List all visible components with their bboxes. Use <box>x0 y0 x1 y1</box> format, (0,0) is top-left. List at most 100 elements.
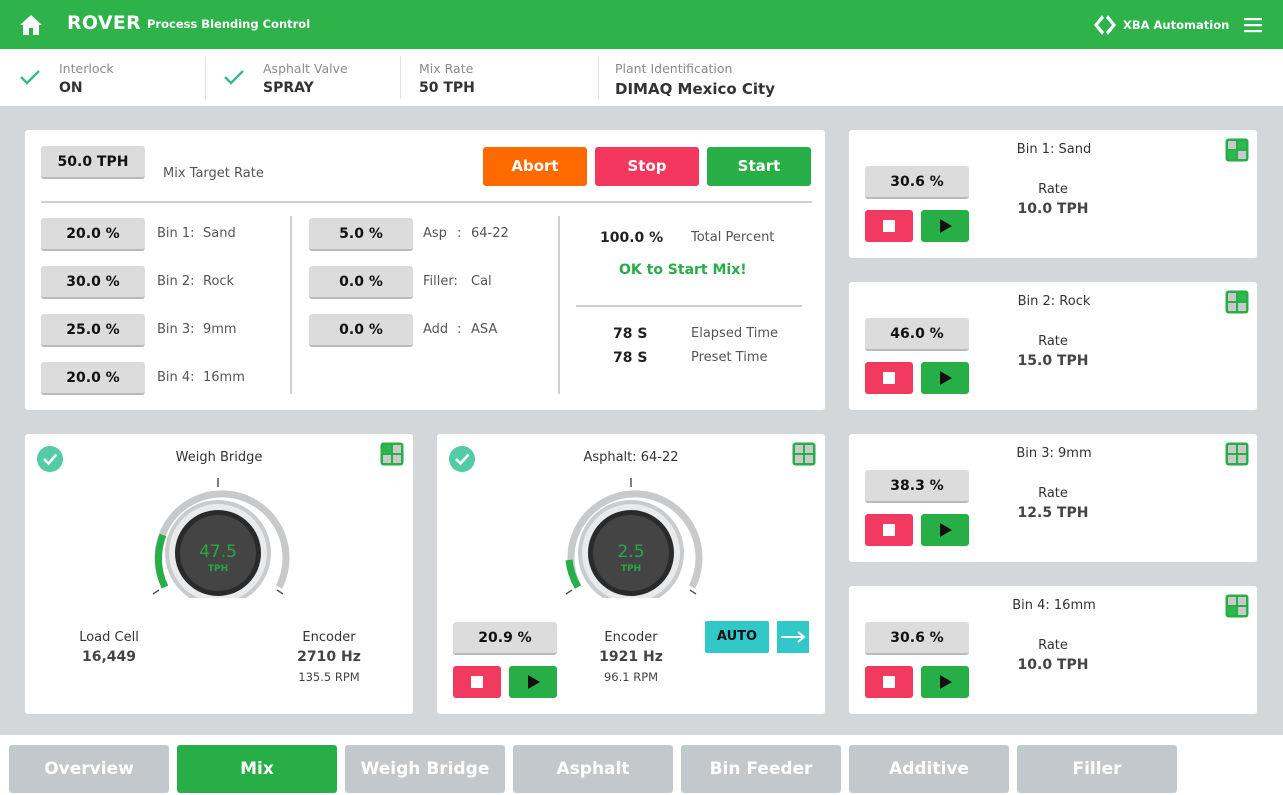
bin-play-button[interactable] <box>921 210 969 242</box>
interlock-check-icon <box>20 70 40 85</box>
grid-icon[interactable] <box>1225 290 1249 314</box>
mix-rate-label: Mix Rate <box>419 61 474 76</box>
plant-identification-status: Plant Identification DIMAQ Mexico City <box>615 49 875 106</box>
bin4-name: 16mm <box>203 370 245 385</box>
rate-label: Rate <box>1038 334 1068 349</box>
play-icon <box>940 675 952 689</box>
rate-label: Rate <box>1038 182 1068 197</box>
status-bar: Interlock ON Asphalt Valve SPRAY Mix Rat… <box>0 49 1283 106</box>
asphalt-separator: : <box>457 226 462 241</box>
preset-time-label: Preset Time <box>691 350 768 365</box>
start-button[interactable]: Start <box>707 147 811 186</box>
bin-percent-input[interactable]: 38.3 % <box>865 470 969 503</box>
plant-identification-value: DIMAQ Mexico City <box>615 80 775 98</box>
asphalt-dial <box>565 478 703 598</box>
asphalt-percent-input[interactable]: 20.9 % <box>453 622 557 655</box>
asphalt-valve-status: Asphalt Valve SPRAY <box>263 49 403 106</box>
additive-label: Add <box>423 322 449 337</box>
mix-panel: 50.0 TPH Mix Target Rate Abort Stop Star… <box>25 130 825 410</box>
tab-bin-feeder[interactable]: Bin Feeder <box>681 745 841 793</box>
rate-value: 10.0 TPH <box>1017 657 1089 673</box>
tab-mix[interactable]: Mix <box>177 745 337 793</box>
additive-separator: : <box>457 322 462 337</box>
bin-stop-button[interactable] <box>865 514 913 546</box>
bin-play-button[interactable] <box>921 666 969 698</box>
bin-play-button[interactable] <box>921 362 969 394</box>
encoder-label: Encoder <box>604 630 658 645</box>
bin3-name: 9mm <box>203 322 237 337</box>
additive-name: ASA <box>471 322 498 337</box>
tab-overview[interactable]: Overview <box>9 745 169 793</box>
encoder-rpm-value: 96.1 RPM <box>603 670 659 684</box>
bin1-card: Bin 1: Sand 30.6 % Rate 10.0 TPH <box>849 130 1257 258</box>
main-area: 50.0 TPH Mix Target Rate Abort Stop Star… <box>0 106 1283 735</box>
plant-identification-label: Plant Identification <box>615 61 733 76</box>
interlock-status: Interlock ON <box>59 49 199 106</box>
bin1-name: Sand <box>203 226 236 241</box>
grid-icon[interactable] <box>792 442 816 466</box>
top-bar: ROVER Process Blending Control XBA Autom… <box>0 0 1283 49</box>
bin4-label: Bin 4: <box>157 370 195 385</box>
bin-stop-button[interactable] <box>865 362 913 394</box>
asphalt-title: Asphalt: 64-22 <box>583 450 679 465</box>
tab-additive[interactable]: Additive <box>849 745 1009 793</box>
asphalt-play-button[interactable] <box>509 666 557 698</box>
tab-asphalt[interactable]: Asphalt <box>513 745 673 793</box>
tab-filler[interactable]: Filler <box>1017 745 1177 793</box>
asphalt-valve-label: Asphalt Valve <box>263 61 348 76</box>
grid-icon[interactable] <box>1225 138 1249 162</box>
bin3-card: Bin 3: 9mm 38.3 % Rate 12.5 TPH <box>849 434 1257 562</box>
bin2-percent-input[interactable]: 30.0 % <box>41 266 145 299</box>
tab-weigh-bridge[interactable]: Weigh Bridge <box>345 745 505 793</box>
bin4-percent-input[interactable]: 20.0 % <box>41 362 145 395</box>
stop-icon <box>883 220 895 232</box>
abort-button[interactable]: Abort <box>483 147 587 186</box>
play-icon <box>940 523 952 537</box>
asphalt-stop-button[interactable] <box>453 666 501 698</box>
arrow-right-icon[interactable] <box>777 621 809 653</box>
additive-percent-input[interactable]: 0.0 % <box>309 314 413 347</box>
divider <box>576 305 802 307</box>
mix-target-rate-input[interactable]: 50.0 TPH <box>41 146 145 179</box>
bin-percent-input[interactable]: 30.6 % <box>865 166 969 199</box>
elapsed-time-value: 78 S <box>613 326 648 342</box>
bin4-card: Bin 4: 16mm 30.6 % Rate 10.0 TPH <box>849 586 1257 714</box>
hamburger-menu-icon[interactable] <box>1242 15 1264 35</box>
grid-icon[interactable] <box>1225 594 1249 618</box>
encoder-label: Encoder <box>302 630 356 645</box>
divider <box>290 216 292 394</box>
total-percent-value: 100.0 % <box>600 230 664 246</box>
bin3-percent-input[interactable]: 25.0 % <box>41 314 145 347</box>
bin1-percent-input[interactable]: 20.0 % <box>41 218 145 251</box>
bin-stop-button[interactable] <box>865 210 913 242</box>
rate-value: 12.5 TPH <box>1017 505 1089 521</box>
mix-rate-value: 50 TPH <box>419 80 475 96</box>
auto-mode-button[interactable]: AUTO <box>705 621 769 653</box>
grid-icon[interactable] <box>380 442 404 466</box>
asphalt-percent-input[interactable]: 5.0 % <box>309 218 413 251</box>
bin-play-button[interactable] <box>921 514 969 546</box>
home-icon[interactable] <box>18 13 44 37</box>
brand: XBA Automation <box>1093 13 1229 37</box>
stop-icon <box>883 524 895 536</box>
grid-icon[interactable] <box>1225 442 1249 466</box>
bin-percent-input[interactable]: 30.6 % <box>865 622 969 655</box>
rate-label: Rate <box>1038 486 1068 501</box>
load-cell-value: 16,449 <box>81 649 137 665</box>
rate-label: Rate <box>1038 638 1068 653</box>
weigh-bridge-dial-unit: TPH <box>207 564 229 574</box>
asphalt-valve-value: SPRAY <box>263 80 314 96</box>
bin-percent-input[interactable]: 46.0 % <box>865 318 969 351</box>
elapsed-time-label: Elapsed Time <box>691 326 779 341</box>
divider <box>558 216 560 394</box>
bin-stop-button[interactable] <box>865 666 913 698</box>
stop-button[interactable]: Stop <box>595 147 699 186</box>
preset-time-value: 78 S <box>613 350 648 366</box>
interlock-value: ON <box>59 80 83 96</box>
play-icon <box>528 675 540 689</box>
app-title: ROVER <box>67 12 142 34</box>
bin-card-title: Bin 2: Rock <box>1017 294 1091 309</box>
filler-percent-input[interactable]: 0.0 % <box>309 266 413 299</box>
bin2-name: Rock <box>203 274 235 289</box>
ok-to-start-message: OK to Start Mix! <box>619 262 747 278</box>
